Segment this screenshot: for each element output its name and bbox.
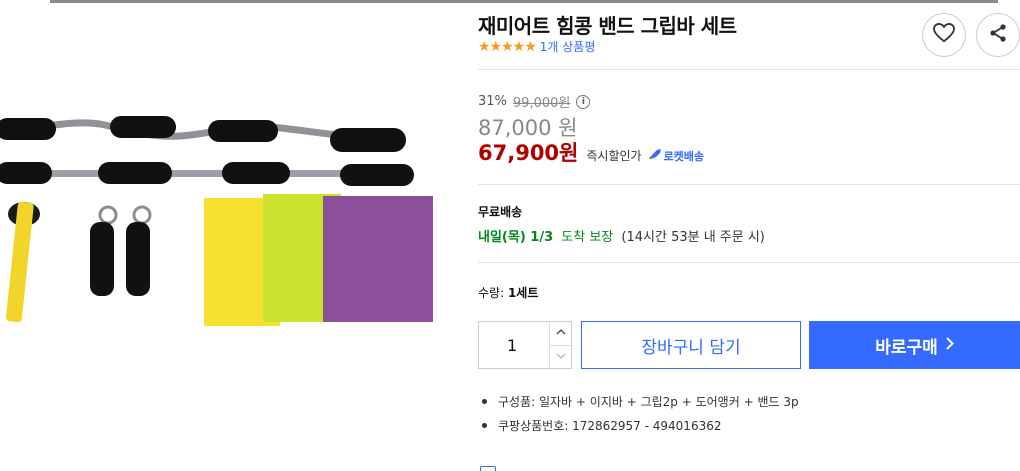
buy-now-label: 바로구매: [875, 337, 938, 358]
buy-now-button[interactable]: 바로구매: [809, 321, 1020, 369]
instant-discount-label: 즉시할인가: [586, 149, 642, 163]
grip-handles-image: [90, 205, 152, 296]
quantity-decrease-button[interactable]: [550, 344, 571, 369]
stepper-buttons: [549, 322, 571, 368]
divider: [478, 184, 1020, 185]
share-icon: [988, 23, 1008, 47]
wishlist-button[interactable]: [922, 13, 966, 57]
delivery-date: 내일(목) 1/3: [478, 230, 554, 245]
rocket-icon: [647, 148, 662, 163]
rating-row: ★★★★★ 1개 상품평: [478, 38, 595, 55]
add-to-cart-label: 장바구니 담기: [641, 337, 741, 358]
delivery-condition: (14시간 53분 내 주문 시): [621, 230, 765, 245]
divider: [478, 262, 1020, 263]
share-button[interactable]: [976, 13, 1020, 57]
straight-bar-image: [0, 162, 414, 186]
discount-row: 31% 99,000원 i: [478, 92, 591, 111]
list-item: 쿠팡상품번호: 172862957 - 494016362: [478, 417, 799, 434]
resistance-bands-image: [204, 194, 433, 326]
rocket-label: 로켓배송: [663, 149, 705, 163]
product-info-panel: 재미어트 힘콩 밴드 그립바 세트 ★★★★★ 1개 상품평 31% 99,00…: [478, 0, 1020, 471]
quantity-increase-button[interactable]: [550, 322, 571, 345]
quantity-label-text: 수량:: [478, 286, 505, 300]
review-count-link[interactable]: 1개 상품평: [540, 38, 596, 55]
discount-rate: 31%: [478, 94, 507, 109]
shipping-label: 무료배송: [478, 205, 523, 219]
ez-bar-image: [0, 116, 406, 152]
divider: [478, 69, 1020, 70]
original-price: 99,000원: [512, 96, 571, 111]
product-image[interactable]: [0, 90, 450, 340]
info-icon[interactable]: i: [576, 94, 591, 109]
chevron-right-icon: [946, 335, 954, 355]
delivery-guarantee: 도착 보장: [561, 230, 614, 245]
chevron-up-icon: [556, 328, 566, 338]
sale-price-row: 67,900원 즉시할인가 로켓배송: [478, 137, 704, 167]
quantity-label: 수량: 1세트: [478, 284, 538, 301]
option-checkbox[interactable]: [480, 466, 496, 471]
add-to-cart-button[interactable]: 장바구니 담기: [581, 321, 801, 369]
quantity-unit: 1세트: [507, 286, 539, 300]
delivery-info: 내일(목) 1/3 도착 보장 (14시간 53분 내 주문 시): [478, 226, 765, 245]
quantity-stepper: [478, 321, 572, 369]
chevron-down-icon: [556, 352, 566, 362]
action-icons: [922, 13, 1020, 57]
rocket-badge: 로켓배송: [647, 148, 705, 164]
door-anchor-image: [5, 201, 40, 323]
product-details: 구성품: 일자바 + 이지바 + 그립2p + 도어앵커 + 밴드 3p 쿠팡상…: [478, 393, 799, 441]
star-rating: ★★★★★: [478, 38, 537, 55]
list-item: 구성품: 일자바 + 이지바 + 그립2p + 도어앵커 + 밴드 3p: [478, 393, 799, 410]
heart-icon: [933, 22, 955, 47]
sale-price: 67,900원: [478, 141, 579, 165]
product-title: 재미어트 힘콩 밴드 그립바 세트: [478, 14, 737, 38]
quantity-input[interactable]: [479, 322, 549, 368]
